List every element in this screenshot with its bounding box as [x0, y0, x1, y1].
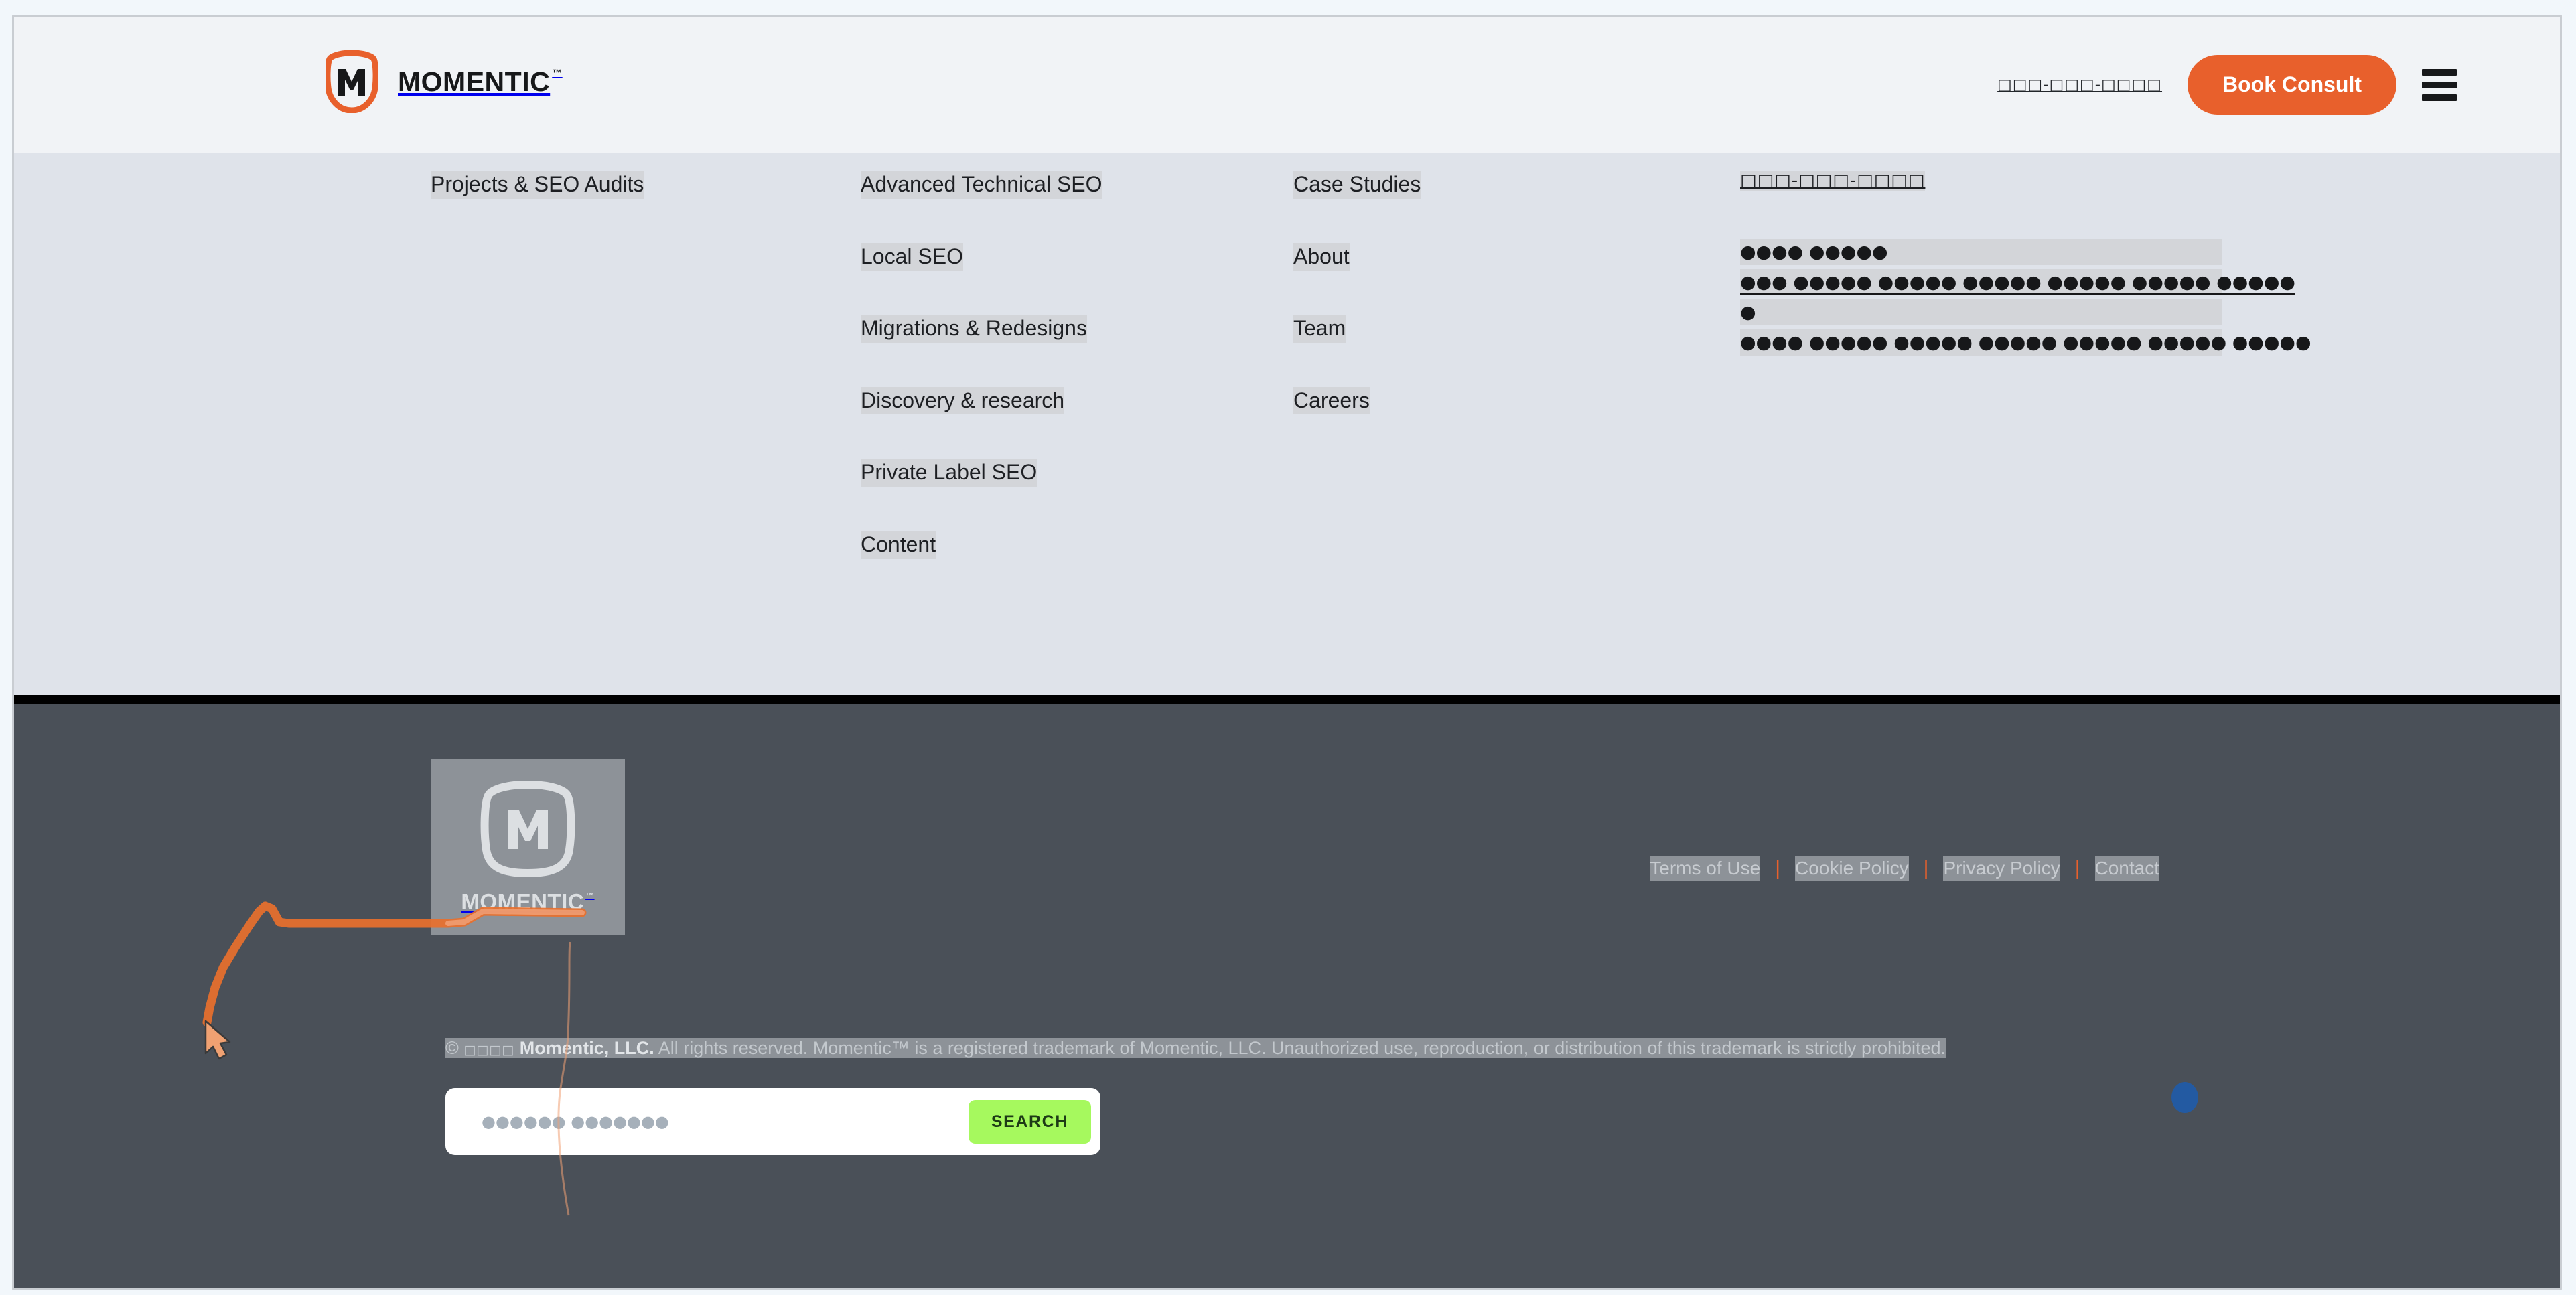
contact-address-line-1[interactable]: ●●● ●●●●● ●●●●● ●●●●● ●●●●● ●●●●● ●●●●●: [1740, 269, 2295, 296]
section-divider: [14, 695, 2560, 704]
contact-hours-text: ●●●● ●●●●●: [1740, 239, 2222, 266]
header-phone-link[interactable]: □□□-□□□-□□□□: [1997, 76, 2162, 94]
book-consult-button[interactable]: Book Consult: [2188, 55, 2396, 115]
footer-logo-link[interactable]: MOMENTIC ™: [431, 759, 625, 935]
nav-column-services-primary: Projects & SEO Audits: [431, 171, 819, 199]
copyright-company: Momentic, LLC.: [514, 1038, 654, 1058]
momentic-shield-m-logo-icon: [326, 50, 378, 113]
nav-link-private-label-seo[interactable]: Private Label SEO: [861, 459, 1037, 487]
header-actions: □□□-□□□-□□□□ Book Consult: [1997, 17, 2459, 153]
trademark-symbol: ™: [552, 67, 563, 79]
copyright-text: © □□□□ Momentic, LLC. All rights reserve…: [445, 1034, 2086, 1063]
site-footer: MOMENTIC ™ Terms of Use | Cookie Policy …: [14, 704, 2560, 1288]
nav-column-contact: □□□-□□□-□□□□ ●●●● ●●●●● ●●● ●●●●● ●●●●● …: [1740, 171, 2311, 356]
nav-link-projects-seo-audits[interactable]: Projects & SEO Audits: [431, 171, 644, 199]
nav-link-about[interactable]: About: [1293, 242, 1350, 271]
mega-menu-panel: Projects & SEO Audits Advanced Technical…: [14, 153, 2560, 695]
nav-link-team[interactable]: Team: [1293, 315, 1346, 343]
site-header: MOMENTIC ™ □□□-□□□-□□□□ Book Consult: [14, 17, 2560, 153]
nav-link-local-seo[interactable]: Local SEO: [861, 242, 963, 271]
contact-phone-link[interactable]: □□□-□□□-□□□□: [1740, 171, 1926, 191]
footer-link-separator: |: [2074, 856, 2080, 879]
footer-logo-name-text: MOMENTIC: [461, 889, 585, 914]
nav-link-careers[interactable]: Careers: [1293, 386, 1370, 415]
footer-link-terms-of-use[interactable]: Terms of Use: [1650, 856, 1761, 881]
momentic-shield-m-logo-icon: [478, 779, 578, 879]
search-submit-button[interactable]: SEARCH: [968, 1099, 1091, 1144]
brand-wordmark: MOMENTIC ™: [398, 66, 563, 98]
nav-link-content[interactable]: Content: [861, 530, 936, 559]
contact-address-line-2: ●: [1740, 299, 2222, 326]
footer-link-separator: |: [1923, 856, 1929, 879]
footer-link-privacy-policy[interactable]: Privacy Policy: [1943, 856, 2060, 881]
nav-column-company: Case Studies About Team Careers: [1293, 171, 1668, 415]
nav-link-advanced-technical-seo[interactable]: Advanced Technical SEO: [861, 171, 1102, 199]
nav-link-migrations-redesigns[interactable]: Migrations & Redesigns: [861, 315, 1087, 343]
search-input[interactable]: [482, 1112, 969, 1131]
brand-logo-link[interactable]: MOMENTIC ™: [326, 50, 563, 113]
hamburger-bar: [2422, 68, 2457, 76]
footer-link-cookie-policy[interactable]: Cookie Policy: [1795, 856, 1909, 881]
blue-dot-indicator: [2171, 1082, 2198, 1113]
copyright-prefix: ©: [445, 1038, 464, 1058]
hamburger-bar: [2422, 94, 2457, 101]
footer-link-separator: |: [1775, 856, 1780, 879]
nav-link-case-studies[interactable]: Case Studies: [1293, 171, 1421, 199]
trademark-symbol: ™: [585, 891, 595, 901]
copyright-year-masked: □□□□: [463, 1043, 515, 1057]
footer-link-contact[interactable]: Contact: [2094, 856, 2159, 881]
hamburger-icon[interactable]: [2422, 66, 2459, 104]
footer-logo-wordmark: MOMENTIC ™: [461, 889, 594, 915]
nav-link-discovery-research[interactable]: Discovery & research: [861, 386, 1065, 415]
copyright-rest: All rights reserved. Momentic™ is a regi…: [654, 1038, 1946, 1058]
footer-legal-links: Terms of Use | Cookie Policy | Privacy P…: [1650, 856, 2159, 881]
footer-search-bar: SEARCH: [445, 1088, 1100, 1155]
nav-column-services-secondary: Advanced Technical SEO Local SEO Migrati…: [861, 171, 1276, 559]
browser-viewport: MOMENTIC ™ □□□-□□□-□□□□ Book Consult Pro…: [12, 15, 2562, 1290]
hamburger-bar: [2422, 81, 2457, 88]
brand-name-text: MOMENTIC: [398, 66, 551, 97]
contact-address-line-3: ●●●● ●●●●● ●●●●● ●●●●● ●●●●● ●●●●● ●●●●●: [1740, 329, 2311, 356]
